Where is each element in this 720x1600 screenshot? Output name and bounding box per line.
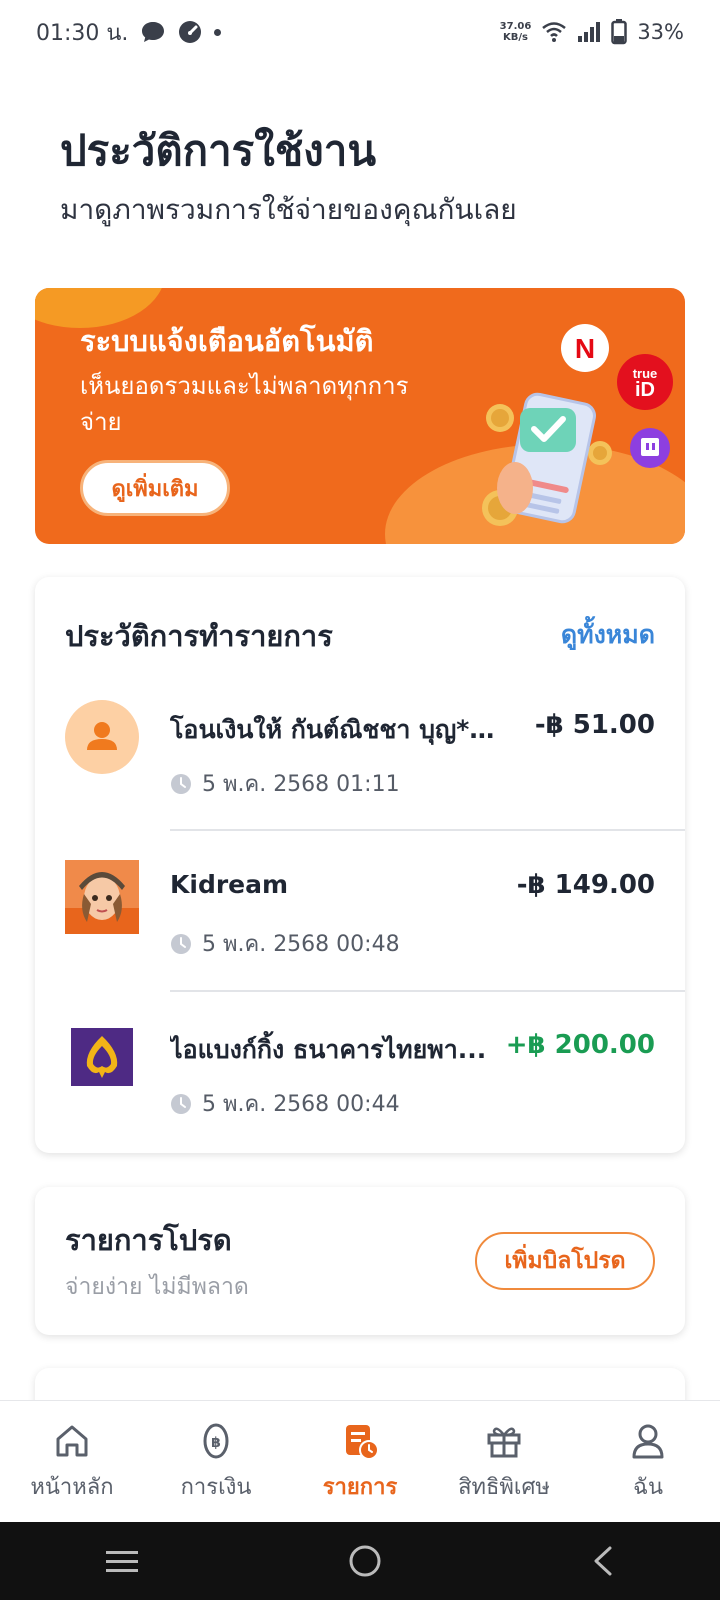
status-right: 37.06 KB/s 33% xyxy=(500,19,684,45)
kidream-avatar xyxy=(65,860,139,934)
phone-payment-illustration: N true iD xyxy=(482,324,673,526)
transaction-history-card: ประวัติการทำรายการ ดูทั้งหมด โอนเงินให้ … xyxy=(35,577,685,1153)
favorite-bills-title: รายการโปรด xyxy=(65,1223,232,1257)
svg-text:iD: iD xyxy=(635,379,655,401)
transaction-amount: -฿ 149.00 xyxy=(516,870,655,900)
recent-apps-icon[interactable] xyxy=(104,1546,140,1576)
transaction-row[interactable]: โอนเงินให้ กันต์ณิชชา บุญ*** -฿ 51.00 5 … xyxy=(35,700,685,860)
transaction-name: Kidream xyxy=(170,870,289,899)
status-time: 01:30 น. xyxy=(36,20,129,46)
transaction-time-text: 5 พ.ค. 2568 00:48 xyxy=(202,932,400,957)
banner-title: ระบบแจ้งเตือนอัตโนมัติ xyxy=(80,324,374,358)
nav-label: สิทธิพิเศษ xyxy=(458,1475,550,1500)
baht-coin-icon: ฿ xyxy=(203,1423,229,1459)
gift-icon xyxy=(487,1427,521,1458)
netflix-badge: N xyxy=(575,333,595,364)
signal-icon xyxy=(578,22,601,42)
speed-gauge-icon xyxy=(179,21,202,43)
transaction-time: 5 พ.ค. 2568 00:44 xyxy=(170,1086,400,1121)
transaction-row[interactable]: ไอแบงก์กิ้ง ธนาคารไทยพา... +฿ 200.00 5 พ… xyxy=(35,1020,685,1180)
svg-text:฿: ฿ xyxy=(211,1435,221,1451)
page-title: ประวัติการใช้งาน xyxy=(60,126,377,175)
battery-icon xyxy=(611,19,628,45)
home-circle-icon[interactable] xyxy=(348,1544,382,1578)
nav-label: รายการ xyxy=(322,1475,398,1500)
add-favorite-bill-button[interactable]: เพิ่มบิลโปรด xyxy=(475,1232,655,1290)
transaction-time: 5 พ.ค. 2568 00:48 xyxy=(170,926,400,961)
nav-transactions[interactable]: รายการ xyxy=(288,1401,432,1522)
scb-bank-logo xyxy=(71,1028,133,1086)
system-navigation-bar xyxy=(0,1522,720,1600)
clock-icon xyxy=(171,1093,191,1114)
person-icon xyxy=(65,700,139,774)
nav-profile[interactable]: ฉัน xyxy=(576,1401,720,1522)
wifi-icon xyxy=(542,22,567,42)
network-speed-value: 37.06 xyxy=(499,21,532,32)
back-icon[interactable] xyxy=(590,1545,616,1577)
page-subtitle: มาดูภาพรวมการใช้จ่ายของคุณกันเลย xyxy=(60,193,517,226)
network-speed-unit: KB/s xyxy=(503,32,528,43)
network-speed: 37.06 KB/s xyxy=(500,21,532,43)
see-all-link[interactable]: ดูทั้งหมด xyxy=(561,615,655,655)
transactions-icon xyxy=(346,1425,379,1460)
transaction-row[interactable]: Kidream -฿ 149.00 5 พ.ค. 2568 00:48 xyxy=(35,860,685,1020)
row-divider xyxy=(170,990,685,992)
nav-privileges[interactable]: สิทธิพิเศษ xyxy=(432,1401,576,1522)
transaction-history-title: ประวัติการทำรายการ xyxy=(65,619,333,653)
status-bar: 01:30 น. 37.06 KB/s 33% xyxy=(0,0,720,64)
nav-finance[interactable]: ฿ การเงิน xyxy=(144,1401,288,1522)
nav-label: ฉัน xyxy=(632,1475,664,1500)
profile-icon xyxy=(632,1424,664,1459)
clock-icon xyxy=(171,773,191,794)
chat-bubble-icon xyxy=(142,22,165,42)
transaction-name: ไอแบงก์กิ้ง ธนาคารไทยพา... xyxy=(170,1035,487,1064)
auto-notification-banner[interactable]: ระบบแจ้งเตือนอัตโนมัติ เห็นยอดรวมและไม่พ… xyxy=(35,288,685,544)
home-icon xyxy=(56,1425,88,1457)
favorite-bills-card: รายการโปรด จ่ายง่าย ไม่มีพลาด เพิ่มบิลโป… xyxy=(35,1187,685,1335)
status-left: 01:30 น. xyxy=(36,15,222,50)
transaction-amount: +฿ 200.00 xyxy=(505,1030,655,1060)
nav-label: หน้าหลัก xyxy=(30,1475,114,1500)
banner-text: เห็นยอดรวมและไม่พลาดทุกการจ่าย xyxy=(80,372,409,436)
transaction-time: 5 พ.ค. 2568 01:11 xyxy=(170,766,400,801)
battery-percent: 33% xyxy=(637,20,684,44)
clock-icon xyxy=(171,933,191,954)
transaction-time-text: 5 พ.ค. 2568 01:11 xyxy=(202,772,400,797)
row-divider xyxy=(170,829,685,831)
favorite-bills-subtitle: จ่ายง่าย ไม่มีพลาด xyxy=(65,1274,249,1300)
notification-dot-icon xyxy=(214,28,222,36)
transaction-name: โอนเงินให้ กันต์ณิชชา บุญ*** xyxy=(170,715,495,744)
transaction-amount: -฿ 51.00 xyxy=(534,710,655,740)
see-more-button[interactable]: ดูเพิ่มเติม xyxy=(80,460,230,516)
nav-label: การเงิน xyxy=(180,1475,252,1500)
bottom-navigation: หน้าหลัก ฿ การเงิน รายการ สิทธิพิเศษ ฉัน xyxy=(0,1400,720,1522)
transaction-time-text: 5 พ.ค. 2568 00:44 xyxy=(202,1092,400,1117)
nav-home[interactable]: หน้าหลัก xyxy=(0,1401,144,1522)
